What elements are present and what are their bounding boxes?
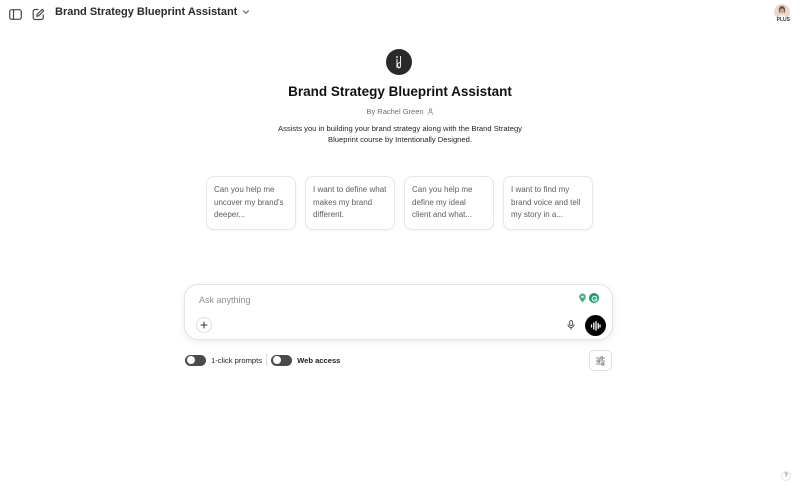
gpt-selector[interactable]: Brand Strategy Blueprint Assistant xyxy=(55,6,251,18)
pin-extension-icon[interactable] xyxy=(577,293,587,303)
gpt-selector-label: Brand Strategy Blueprint Assistant xyxy=(55,6,238,18)
plan-badge: PLUS xyxy=(775,17,791,23)
gpt-byline: By Rachel Green xyxy=(0,107,800,116)
microphone-icon xyxy=(567,320,575,330)
grammarly-icon[interactable] xyxy=(589,293,599,303)
gpt-title: Brand Strategy Blueprint Assistant xyxy=(288,84,512,99)
top-bar: Brand Strategy Blueprint Assistant PLUS xyxy=(0,0,800,27)
starter-card[interactable]: I want to define what makes my brand dif… xyxy=(305,176,395,230)
add-attachment-button[interactable] xyxy=(196,317,212,333)
one-click-prompts-toggle[interactable] xyxy=(185,354,206,366)
composer-options: 1-click prompts Web access xyxy=(185,354,340,366)
dictate-button[interactable] xyxy=(564,318,578,332)
waveform-icon xyxy=(590,320,601,331)
divider xyxy=(266,354,268,366)
toggle-knob xyxy=(272,356,281,364)
sliders-icon xyxy=(596,355,605,366)
new-chat-icon[interactable] xyxy=(29,5,47,23)
voice-mode-button[interactable] xyxy=(585,315,606,336)
plus-icon xyxy=(200,321,208,329)
prompt-input[interactable] xyxy=(199,293,559,307)
chevron-down-icon xyxy=(243,10,250,15)
web-access-label: Web access xyxy=(297,355,341,365)
settings-sliders-button[interactable] xyxy=(589,350,612,371)
sidebar-toggle-icon[interactable] xyxy=(6,5,24,23)
starter-card[interactable]: I want to find my brand voice and tell m… xyxy=(503,176,593,230)
gpt-description: Assists you in building your brand strat… xyxy=(278,124,522,144)
web-access-toggle[interactable] xyxy=(271,354,293,366)
extension-icons xyxy=(577,293,599,303)
composer xyxy=(184,284,613,340)
byline-text: By Rachel Green xyxy=(366,107,424,116)
gpt-logo xyxy=(386,49,412,75)
conversation-starters: Can you help me uncover my brand's deepe… xyxy=(206,176,593,230)
person-icon xyxy=(427,108,433,115)
toggle-knob xyxy=(186,356,195,364)
starter-card[interactable]: Can you help me uncover my brand's deepe… xyxy=(206,176,296,230)
help-button[interactable]: ? xyxy=(781,471,791,481)
one-click-prompts-label: 1-click prompts xyxy=(211,355,263,365)
starter-card[interactable]: Can you help me define my ideal client a… xyxy=(404,176,494,230)
